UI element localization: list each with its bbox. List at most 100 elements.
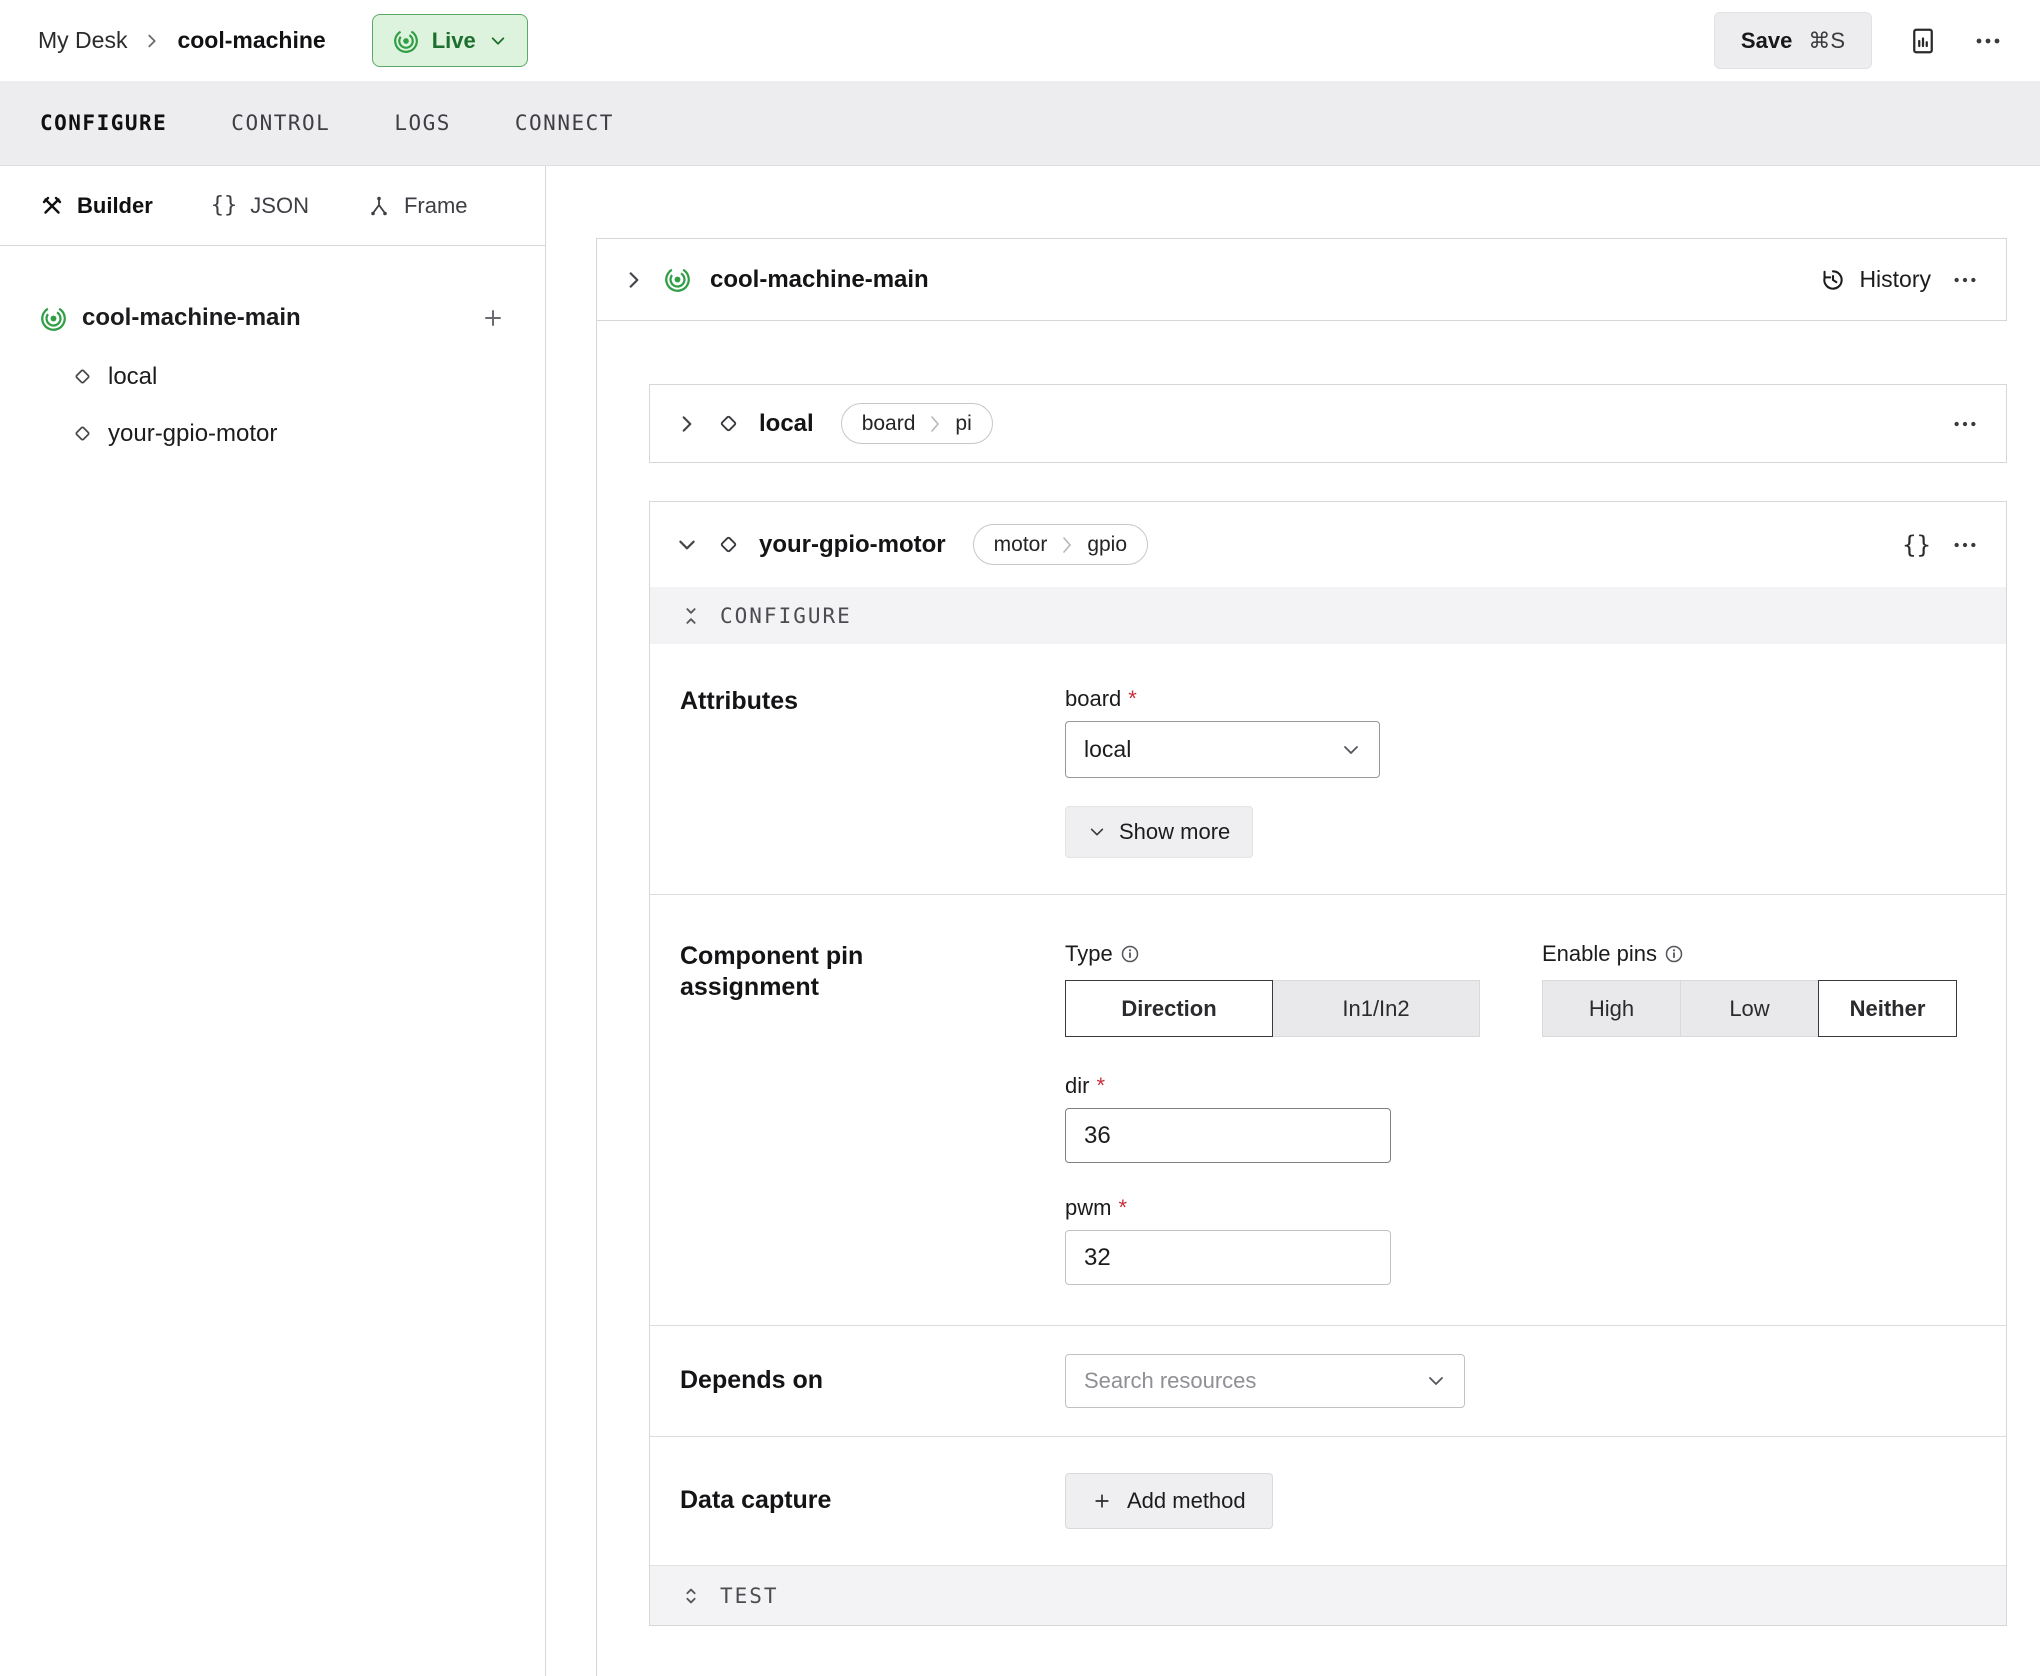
- resource-type-badge: motor gpio: [973, 524, 1148, 565]
- tab-configure[interactable]: CONFIGURE: [40, 111, 167, 135]
- required-asterisk: *: [1118, 1195, 1127, 1221]
- enable-option-high[interactable]: High: [1542, 980, 1681, 1037]
- badge-model: gpio: [1087, 533, 1127, 557]
- view-mode-tabs: Builder {} JSON Frame: [0, 166, 545, 246]
- chevron-down-icon: [1426, 1371, 1446, 1391]
- machine-menu-button[interactable]: [1950, 275, 1980, 285]
- add-method-button[interactable]: Add method: [1065, 1473, 1273, 1529]
- motor-menu-button[interactable]: [1950, 540, 1980, 550]
- field-label-text: Enable pins: [1542, 941, 1657, 967]
- history-label: History: [1859, 266, 1931, 293]
- builder-icon: [40, 194, 64, 218]
- tab-control[interactable]: CONTROL: [231, 111, 330, 135]
- type-option-direction[interactable]: Direction: [1065, 980, 1273, 1037]
- component-diamond-icon: [72, 366, 93, 387]
- frame-icon: [367, 194, 391, 218]
- info-icon[interactable]: [1664, 944, 1684, 964]
- component-diamond-icon: [72, 423, 93, 444]
- live-status-icon: [393, 28, 419, 54]
- view-tab-label: Builder: [77, 193, 153, 219]
- pwm-field-label: pwm *: [1065, 1195, 1391, 1221]
- tab-logs[interactable]: LOGS: [394, 111, 451, 135]
- machine-part-icon: [40, 305, 67, 332]
- machine-nav-tabs: CONFIGURE CONTROL LOGS CONNECT: [0, 81, 2040, 166]
- gpio-motor-title: your-gpio-motor: [759, 531, 946, 559]
- dir-input[interactable]: [1065, 1108, 1391, 1163]
- more-options-button[interactable]: [1974, 36, 2002, 46]
- component-diamond-icon: [717, 412, 740, 435]
- view-tab-label: Frame: [404, 193, 468, 219]
- configure-section-header[interactable]: CONFIGURE: [650, 587, 2006, 644]
- expand-machine-card-button[interactable]: [623, 269, 645, 291]
- enable-option-low[interactable]: Low: [1680, 980, 1819, 1037]
- machine-report-button[interactable]: [1908, 26, 1938, 56]
- depends-on-section: Depends on Search resources: [650, 1325, 2006, 1436]
- component-diamond-icon: [717, 533, 740, 556]
- type-field-label: Type: [1065, 941, 1480, 967]
- collapse-motor-card-button[interactable]: [676, 534, 698, 556]
- tree-item-local[interactable]: local: [0, 348, 545, 405]
- machine-part-icon: [664, 266, 691, 293]
- view-tab-builder[interactable]: Builder: [40, 193, 153, 219]
- gpio-motor-card-header: your-gpio-motor motor gpio {}: [650, 502, 2006, 587]
- tree-item-your-gpio-motor[interactable]: your-gpio-motor: [0, 405, 545, 462]
- board-select-value: local: [1084, 736, 1131, 763]
- braces-icon: {}: [1902, 531, 1931, 559]
- tab-connect[interactable]: CONNECT: [515, 111, 614, 135]
- local-menu-button[interactable]: [1950, 419, 1980, 429]
- breadcrumb-chevron-icon: [143, 32, 161, 50]
- depends-on-section-label: Depends on: [680, 1365, 1065, 1396]
- gpio-motor-card: your-gpio-motor motor gpio {}: [649, 501, 2007, 1626]
- field-label-text: board: [1065, 686, 1121, 712]
- breadcrumb: My Desk cool-machine: [38, 27, 326, 54]
- test-section-header[interactable]: TEST: [650, 1565, 2006, 1625]
- local-board-card: local board pi: [649, 384, 2007, 463]
- depends-on-select[interactable]: Search resources: [1065, 1354, 1465, 1408]
- history-button[interactable]: History: [1820, 266, 1931, 293]
- enable-option-neither[interactable]: Neither: [1818, 980, 1957, 1037]
- ellipsis-icon: [1952, 275, 1978, 285]
- dir-field-label: dir *: [1065, 1073, 1391, 1099]
- field-label-text: dir: [1065, 1073, 1089, 1099]
- chevron-down-icon: [1088, 823, 1106, 841]
- type-option-in1in2[interactable]: In1/In2: [1272, 980, 1480, 1037]
- save-button[interactable]: Save ⌘S: [1714, 12, 1872, 69]
- save-shortcut: ⌘S: [1808, 28, 1845, 54]
- plus-icon: [1092, 1491, 1112, 1511]
- raw-json-button[interactable]: {}: [1902, 531, 1931, 559]
- tree-item-label: local: [108, 363, 157, 391]
- chevron-right-icon: [623, 269, 645, 291]
- history-icon: [1820, 267, 1846, 293]
- machine-part-card: cool-machine-main History: [596, 238, 2007, 321]
- chevron-down-icon: [489, 32, 507, 50]
- ellipsis-icon: [1974, 36, 2002, 46]
- show-more-label: Show more: [1119, 819, 1230, 845]
- attributes-section: Attributes board * local Show more: [650, 644, 2006, 894]
- top-bar: My Desk cool-machine Live Save ⌘S: [0, 0, 2040, 81]
- add-resource-button[interactable]: [481, 306, 505, 330]
- required-asterisk: *: [1096, 1073, 1105, 1099]
- attributes-section-label: Attributes: [680, 686, 1065, 858]
- chevron-down-icon: [1341, 740, 1361, 760]
- view-tab-frame[interactable]: Frame: [367, 193, 468, 219]
- resource-tree: cool-machine-main local your-gpio-motor: [0, 246, 545, 462]
- save-label: Save: [1741, 28, 1792, 54]
- breadcrumb-my-desk[interactable]: My Desk: [38, 27, 127, 54]
- pin-assignment-section: Component pin assignment Type Direction: [650, 894, 2006, 1325]
- live-status-dropdown[interactable]: Live: [372, 14, 528, 67]
- expand-local-card-button[interactable]: [676, 413, 698, 435]
- ellipsis-icon: [1952, 540, 1978, 550]
- view-tab-json[interactable]: {} JSON: [211, 193, 309, 219]
- configure-section-label: CONFIGURE: [720, 604, 852, 628]
- resource-type-badge: board pi: [841, 403, 993, 444]
- info-icon[interactable]: [1120, 944, 1140, 964]
- show-more-button[interactable]: Show more: [1065, 806, 1253, 858]
- tree-item-machine-part[interactable]: cool-machine-main: [0, 288, 545, 348]
- unfold-less-icon: [680, 605, 702, 627]
- type-segmented-control: Direction In1/In2: [1065, 980, 1480, 1037]
- pwm-input[interactable]: [1065, 1230, 1391, 1285]
- config-sidebar: Builder {} JSON Frame co: [0, 166, 546, 1676]
- badge-model: pi: [955, 412, 971, 436]
- field-label-text: pwm: [1065, 1195, 1111, 1221]
- board-select[interactable]: local: [1065, 721, 1380, 778]
